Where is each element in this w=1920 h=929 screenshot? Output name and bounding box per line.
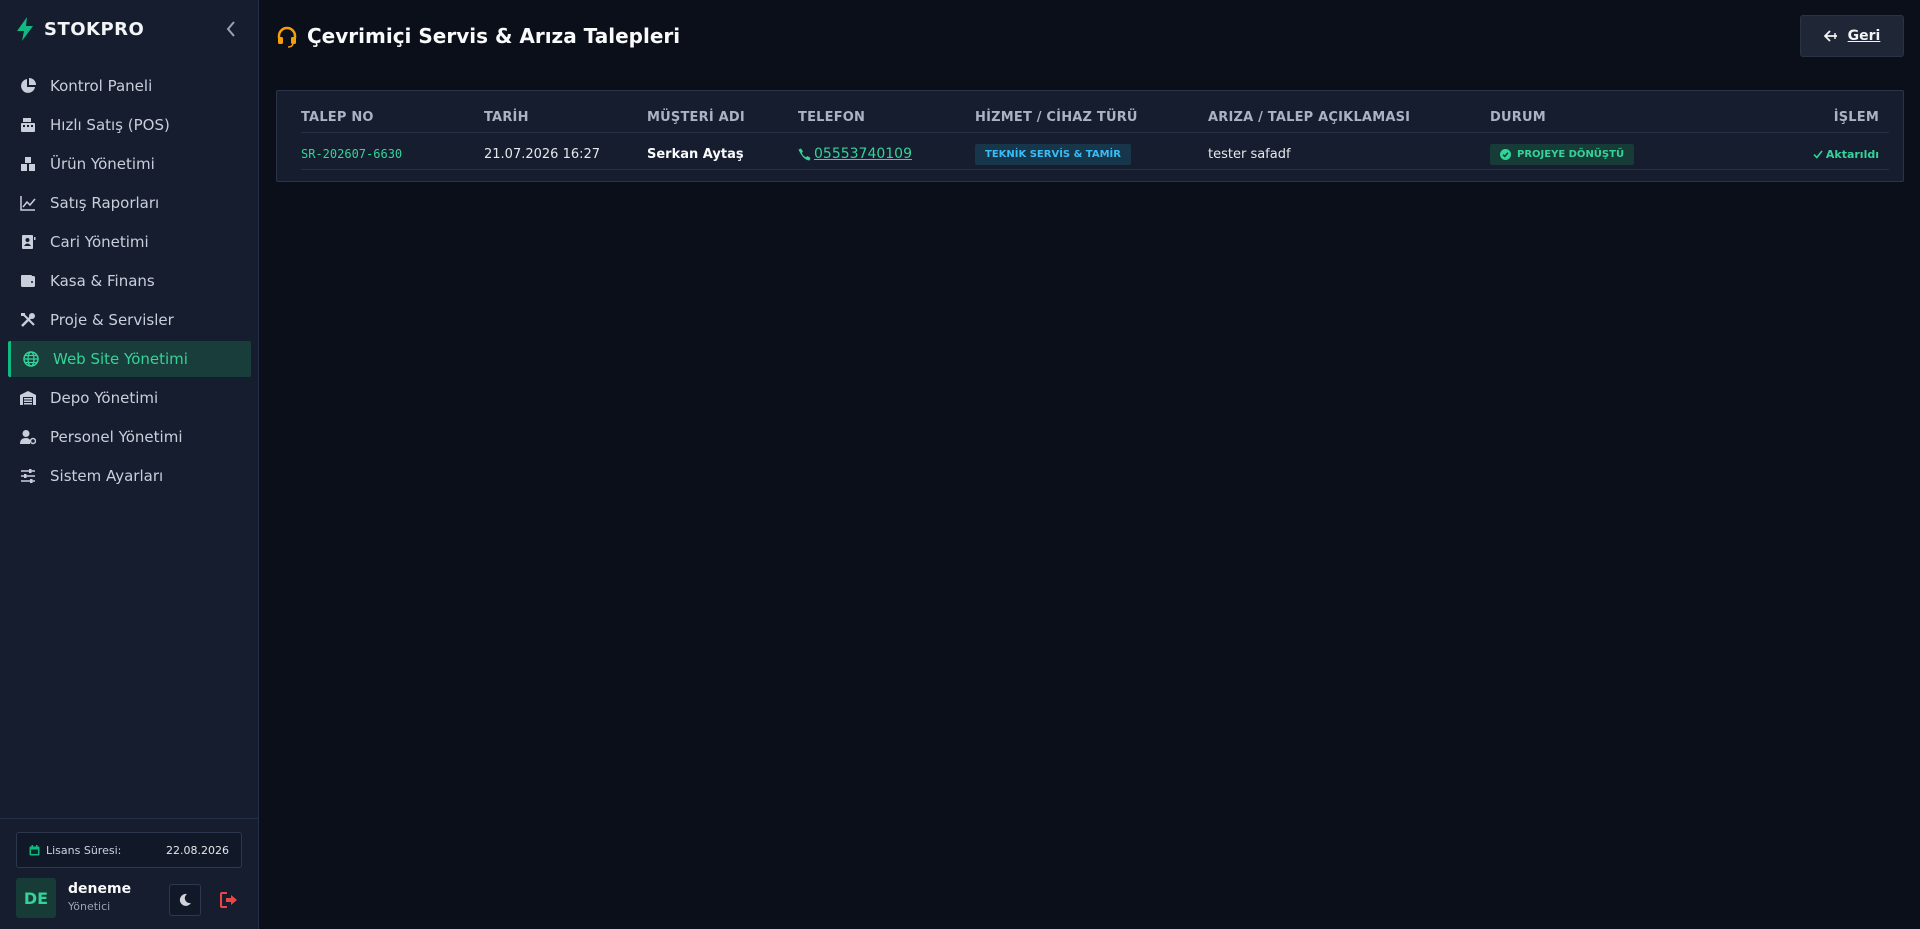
column-header-date[interactable]: TARİH [484,110,529,125]
status-text: PROJEYE DÖNÜŞTÜ [1517,148,1625,160]
phone-link[interactable]: 05553740109 [798,142,912,166]
collapse-sidebar-button[interactable] [222,20,240,38]
sidebar-item-label: Hızlı Satış (POS) [50,116,170,134]
sliders-icon [19,467,37,485]
back-button-label: Geri [1847,28,1881,44]
column-header-description[interactable]: ARIZA / TALEP AÇIKLAMASI [1208,110,1410,125]
sidebar-nav: Kontrol Paneli Hızlı Satış (POS) Ürün Yö… [8,68,251,497]
license-value: 22.08.2026 [166,843,229,857]
sidebar-item-label: Web Site Yönetimi [53,350,188,368]
sidebar-item-label: Depo Yönetimi [50,389,159,407]
column-header-request-no[interactable]: TALEP NO [301,110,374,125]
sidebar-item-urun-yonetimi[interactable]: Ürün Yönetimi [8,146,251,182]
sidebar-item-proje-servisler[interactable]: Proje & Servisler [8,302,251,338]
brand[interactable]: STOKPRO [16,17,144,41]
column-header-status[interactable]: DURUM [1490,110,1546,125]
sidebar-item-label: Ürün Yönetimi [50,155,155,173]
back-button[interactable]: Geri [1800,15,1904,57]
chevron-left-icon [226,21,235,37]
description: tester safadf [1208,146,1291,162]
service-type-cell: TEKNİK SERVİS & TAMİR [975,142,1131,166]
requests-table: TALEP NO TARİH MÜŞTERİ ADI TELEFON HİZME… [276,90,1904,182]
phone-icon [798,148,811,160]
sidebar-item-personel-yonetimi[interactable]: Personel Yönetimi [8,419,251,455]
avatar: DE [16,878,56,918]
request-no[interactable]: SR-202607-6630 [301,142,402,166]
contact-card-icon [19,233,37,251]
theme-toggle-button[interactable] [169,884,201,916]
line-chart-icon [19,194,37,212]
license-label: Lisans Süresi: [46,843,122,857]
logout-button[interactable] [213,884,245,916]
brand-name: STOKPRO [44,18,145,40]
boxes-icon [19,155,37,173]
action-status: Aktarıldı [1813,142,1879,166]
sidebar-item-label: Cari Yönetimi [50,233,149,251]
column-header-phone[interactable]: TELEFON [798,110,865,125]
calendar-icon [29,844,40,855]
headset-icon [277,26,297,48]
tools-icon [19,311,37,329]
sidebar-item-label: Satış Raporları [50,194,160,212]
license-box: Lisans Süresi: 22.08.2026 [16,832,242,868]
sidebar-item-label: Personel Yönetimi [50,428,183,446]
check-icon [1813,150,1823,159]
user-role: Yönetici [68,900,111,913]
sidebar: STOKPRO Kontrol Paneli Hızlı Satış (POS)… [0,0,259,929]
sidebar-item-kasa-finans[interactable]: Kasa & Finans [8,263,251,299]
phone-number: 05553740109 [814,146,912,162]
lightning-icon [17,17,33,41]
user-gear-icon [19,428,37,446]
user-name: deneme [68,881,132,897]
globe-icon [22,350,40,368]
action-text: Aktarıldı [1825,147,1879,161]
logout-icon [220,892,237,908]
status-badge: PROJEYE DÖNÜŞTÜ [1490,143,1635,165]
column-header-action: İŞLEM [1833,110,1879,125]
sidebar-item-kontrol-paneli[interactable]: Kontrol Paneli [8,68,251,104]
row-divider [301,169,1889,170]
sidebar-item-web-site-yonetimi[interactable]: Web Site Yönetimi [8,341,251,377]
column-header-customer[interactable]: MÜŞTERİ ADI [647,110,745,125]
sidebar-item-label: Kontrol Paneli [50,77,153,95]
moon-icon [179,893,191,906]
sidebar-item-label: Kasa & Finans [50,272,155,290]
pie-chart-icon [19,77,37,95]
header-divider [301,132,1889,133]
arrow-left-icon [1823,30,1837,42]
status-cell: PROJEYE DÖNÜŞTÜ [1490,142,1635,166]
column-header-service-type[interactable]: HİZMET / CİHAZ TÜRÜ [975,110,1138,125]
wallet-icon [19,272,37,290]
sidebar-item-label: Sistem Ayarları [50,467,164,485]
sidebar-item-sistem-ayarlari[interactable]: Sistem Ayarları [8,458,251,494]
sidebar-item-cari-yonetimi[interactable]: Cari Yönetimi [8,224,251,260]
page-title: Çevrimiçi Servis & Arıza Talepleri [307,24,681,48]
sidebar-item-hizli-satis[interactable]: Hızlı Satış (POS) [8,107,251,143]
customer-name: Serkan Aytaş [647,146,744,162]
check-circle-icon [1500,148,1511,160]
request-date: 21.07.2026 16:27 [484,146,601,162]
warehouse-icon [19,389,37,407]
service-type-badge: TEKNİK SERVİS & TAMİR [975,143,1131,165]
sidebar-item-satis-raporlari[interactable]: Satış Raporları [8,185,251,221]
sidebar-item-depo-yonetimi[interactable]: Depo Yönetimi [8,380,251,416]
sidebar-item-label: Proje & Servisler [50,311,174,329]
sidebar-footer: Lisans Süresi: 22.08.2026 DE deneme Yöne… [0,818,259,929]
cash-register-icon [19,116,37,134]
